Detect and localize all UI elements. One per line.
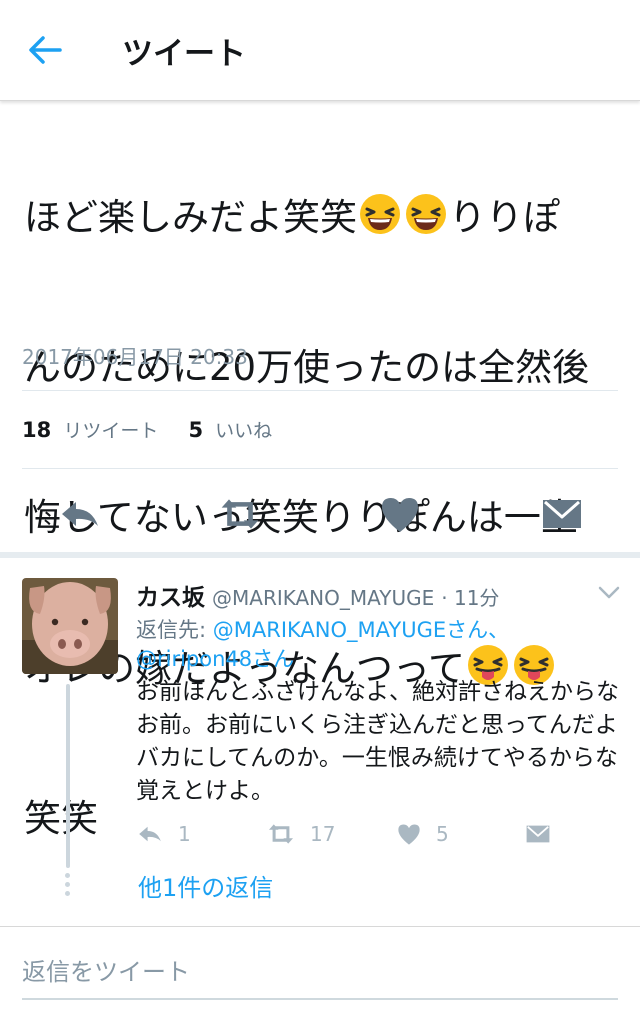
reply-compose-input[interactable]: 返信をツイート xyxy=(22,952,190,987)
retweet-label: リツイート xyxy=(63,420,159,442)
thread-dots xyxy=(65,873,71,900)
section-separator xyxy=(0,552,640,558)
reply-to-prefix: 返信先: xyxy=(136,618,213,642)
retweet-count: 18 xyxy=(22,418,52,442)
like-stat[interactable]: 5 いいね xyxy=(188,418,273,442)
retweet-icon[interactable] xyxy=(218,494,262,534)
reply-retweet-button[interactable]: 17 xyxy=(266,818,335,850)
mention-link[interactable]: @riripon48さん xyxy=(136,647,294,671)
divider xyxy=(22,468,618,469)
thread-connector xyxy=(66,684,70,868)
direct-message-icon[interactable] xyxy=(540,494,584,534)
avatar[interactable] xyxy=(22,578,118,674)
like-heart-icon xyxy=(398,824,420,845)
like-heart-icon[interactable] xyxy=(378,494,422,534)
pig-avatar-image xyxy=(22,578,118,674)
top-app-bar: ツイート xyxy=(0,0,640,101)
compose-underline xyxy=(22,998,618,1000)
more-replies-link[interactable]: 他1件の返信 xyxy=(138,868,273,903)
reply-icon[interactable] xyxy=(58,494,102,534)
divider xyxy=(22,390,618,391)
reply-author-name[interactable]: カス坂 xyxy=(136,585,205,611)
tweet-timestamp: 2017年06月17日 20:33 xyxy=(22,345,248,369)
grinning-squinting-face-icon xyxy=(360,194,400,234)
arrow-left-icon[interactable] xyxy=(26,34,62,66)
tweet-stats: 18 リツイート 5 いいね xyxy=(22,416,272,443)
retweet-stat[interactable]: 18 リツイート xyxy=(22,418,159,442)
grinning-squinting-face-icon xyxy=(406,194,446,234)
reply-to-line: 返信先: @MARIKANO_MAYUGEさん、 @riripon48さん xyxy=(136,616,616,674)
reply-action-bar: 1 17 5 xyxy=(136,818,616,852)
reply-reply-button[interactable]: 1 xyxy=(136,818,191,850)
reply-like-button[interactable]: 5 xyxy=(396,818,449,850)
tweet-line-text: ほど楽しみだよ笑笑 xyxy=(24,196,357,239)
like-label: いいね xyxy=(215,420,273,442)
reply-count: 1 xyxy=(178,822,191,846)
like-count: 5 xyxy=(188,418,204,442)
retweet-icon xyxy=(269,824,293,844)
reply-time: · 11分 xyxy=(441,586,500,610)
direct-message-icon xyxy=(526,825,550,843)
reply-dm-button[interactable] xyxy=(524,818,566,850)
reply-author-handle[interactable]: @MARIKANO_MAYUGE xyxy=(212,586,434,610)
chevron-down-icon[interactable] xyxy=(598,586,620,600)
reply-text: お前ほんとふざけんなよ、絶対許さねえからなお前。お前にいくら注ぎ込んだと思ってん… xyxy=(136,679,619,804)
like-count: 5 xyxy=(436,822,449,846)
reply-header: カス坂 @MARIKANO_MAYUGE · 11分 xyxy=(136,578,499,612)
page-title: ツイート xyxy=(122,36,246,72)
tweet-action-bar xyxy=(0,486,640,542)
tweet-line: ほど楽しみだよ笑笑 りりぽ xyxy=(24,192,624,243)
tweet-line-tail: りりぽ xyxy=(449,196,560,239)
reply-icon xyxy=(139,826,161,842)
divider xyxy=(0,926,640,927)
mention-link[interactable]: @MARIKANO_MAYUGEさん、 xyxy=(213,618,509,642)
retweet-count: 17 xyxy=(310,822,336,846)
